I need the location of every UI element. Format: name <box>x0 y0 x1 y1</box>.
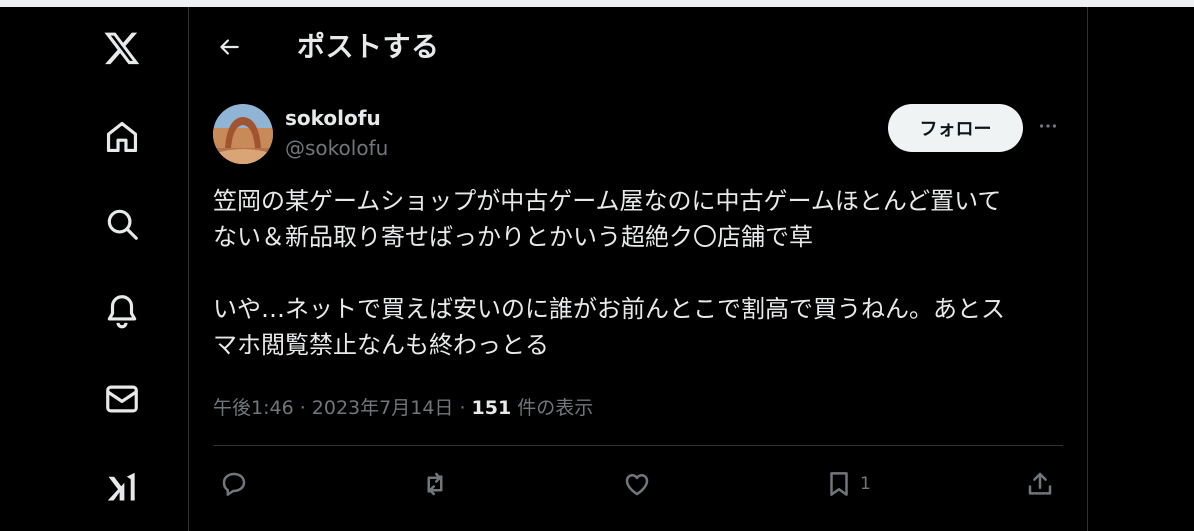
avatar[interactable] <box>213 104 273 164</box>
home-icon[interactable] <box>98 113 146 161</box>
mail-icon[interactable] <box>98 375 146 423</box>
actions-divider <box>213 445 1063 446</box>
view-count: 151 <box>471 397 512 419</box>
meta-separator: · <box>293 397 312 419</box>
post-line: 笠岡の某ゲームショップが中古ゲーム屋なのに中古ゲームほとんど置いて <box>213 187 1002 215</box>
post-text: 笠岡の某ゲームショップが中古ゲーム屋なのに中古ゲームほとんど置いて ない＆新品取… <box>213 183 1073 363</box>
bell-icon[interactable] <box>98 287 146 335</box>
post-line: ない＆新品取り寄せばっかりとかいう超絶ク〇店舗で草 <box>213 223 813 251</box>
bookmark-icon[interactable]: 1 <box>824 467 871 501</box>
top-border <box>0 0 1194 7</box>
follow-button[interactable]: フォロー <box>888 104 1023 152</box>
share-icon[interactable] <box>1025 467 1055 501</box>
sidebar-nav <box>0 7 188 531</box>
search-icon[interactable] <box>98 200 146 248</box>
author-name[interactable]: sokolofu <box>285 106 381 130</box>
post-detail: ポストする sokolofu @sokolofu フォロー 笠岡の某ゲームショッ… <box>189 7 1087 531</box>
like-icon[interactable] <box>622 467 652 501</box>
bookmark-count: 1 <box>860 474 871 494</box>
post-line: マホ閲覧禁止なんも終わっとる <box>213 331 549 359</box>
page-header: ポストする <box>189 7 1087 83</box>
right-column-border <box>1087 7 1088 531</box>
x-logo-icon[interactable] <box>98 24 146 72</box>
post-time[interactable]: 午後1:46 <box>213 397 294 419</box>
reply-icon[interactable] <box>219 467 249 501</box>
post-meta: 午後1:46 · 2023年7月14日 · 151 件の表示 <box>213 393 593 420</box>
more-icon[interactable] <box>1037 113 1059 139</box>
post-date[interactable]: 2023年7月14日 <box>312 397 454 419</box>
meta-separator: · <box>453 397 472 419</box>
page-title: ポストする <box>297 30 440 63</box>
author-handle[interactable]: @sokolofu <box>285 136 388 160</box>
grok-icon[interactable] <box>98 463 146 511</box>
back-arrow-icon[interactable] <box>211 29 247 65</box>
repost-icon[interactable] <box>420 467 450 501</box>
post-line: いや…ネットで買えば安いのに誰がお前んとこで割高で買うねん。あとス <box>213 295 1005 323</box>
view-label: 件の表示 <box>511 397 594 419</box>
